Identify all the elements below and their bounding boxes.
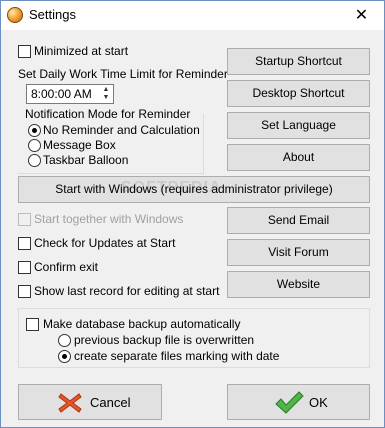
website-button[interactable]: Website	[227, 271, 370, 298]
radio-no-reminder-label[interactable]: No Reminder and Calculation	[43, 123, 200, 137]
work-time-input[interactable]: 8:00:00 AM ▲ ▼	[26, 84, 114, 104]
desktop-shortcut-button[interactable]: Desktop Shortcut	[227, 80, 370, 107]
radio-no-reminder[interactable]	[28, 124, 41, 137]
radio-separate-files-label[interactable]: create separate files marking with date	[74, 349, 279, 363]
radio-message-box[interactable]	[28, 139, 41, 152]
cancel-label: Cancel	[90, 395, 131, 410]
make-backup-checkbox[interactable]	[26, 318, 39, 331]
close-button[interactable]: ✕	[339, 1, 384, 30]
minimized-at-start-checkbox[interactable]	[18, 45, 31, 58]
radio-taskbar-balloon[interactable]	[28, 154, 41, 167]
show-last-record-label[interactable]: Show last record for editing at start	[34, 284, 219, 298]
work-time-value: 8:00:00 AM	[31, 87, 92, 101]
start-with-windows-button[interactable]: Start with Windows (requires administrat…	[18, 176, 370, 203]
ok-checkmark-icon	[275, 391, 304, 414]
radio-message-box-label[interactable]: Message Box	[43, 138, 116, 152]
confirm-exit-checkbox[interactable]	[18, 261, 31, 274]
window-title: Settings	[29, 7, 76, 22]
ok-button[interactable]: OK	[227, 384, 370, 420]
start-together-label: Start together with Windows	[34, 212, 184, 226]
radio-separate-files[interactable]	[58, 350, 71, 363]
spin-up-icon[interactable]: ▲	[100, 86, 112, 94]
start-together-checkbox[interactable]	[18, 213, 31, 226]
app-orb-icon	[7, 7, 23, 23]
check-updates-label[interactable]: Check for Updates at Start	[34, 236, 175, 250]
cancel-x-icon	[58, 393, 82, 413]
notification-group-title: Notification Mode for Reminder	[24, 107, 192, 121]
show-last-record-checkbox[interactable]	[18, 285, 31, 298]
radio-overwrite-backup[interactable]	[58, 334, 71, 347]
work-time-label: Set Daily Work Time Limit for Reminder	[18, 67, 228, 81]
settings-window: Settings ✕ Minimized at start Set Daily …	[0, 0, 385, 428]
make-backup-label[interactable]: Make database backup automatically	[43, 317, 240, 331]
minimized-at-start-label[interactable]: Minimized at start	[34, 44, 128, 58]
cancel-button[interactable]: Cancel	[18, 384, 162, 420]
radio-taskbar-balloon-label[interactable]: Taskbar Balloon	[43, 153, 128, 167]
about-button[interactable]: About	[227, 144, 370, 171]
visit-forum-button[interactable]: Visit Forum	[227, 239, 370, 266]
startup-shortcut-button[interactable]: Startup Shortcut	[227, 48, 370, 75]
radio-overwrite-backup-label[interactable]: previous backup file is overwritten	[74, 333, 254, 347]
ok-label: OK	[309, 395, 328, 410]
send-email-button[interactable]: Send Email	[227, 207, 370, 234]
set-language-button[interactable]: Set Language	[227, 112, 370, 139]
spin-down-icon[interactable]: ▼	[100, 94, 112, 102]
title-bar[interactable]: Settings ✕	[1, 1, 384, 30]
check-updates-checkbox[interactable]	[18, 237, 31, 250]
confirm-exit-label[interactable]: Confirm exit	[34, 260, 98, 274]
